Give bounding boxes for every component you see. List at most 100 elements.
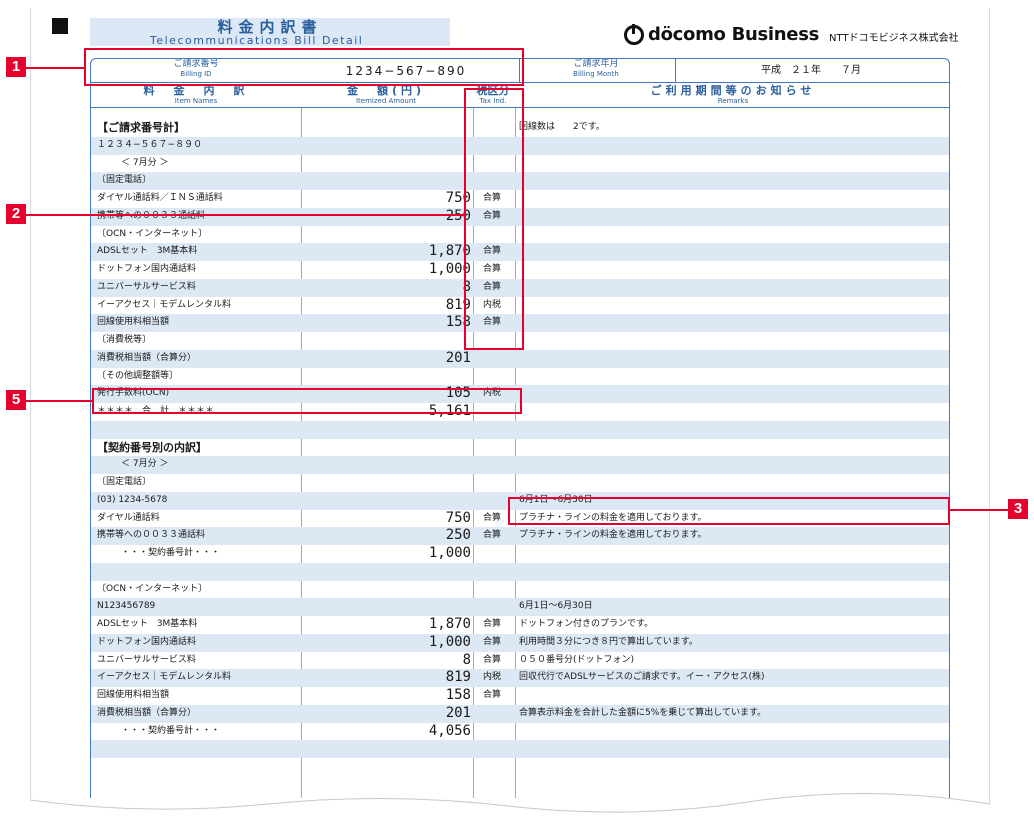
title-en: Telecommunications Bill Detail: [150, 34, 364, 47]
table-row: 〔固定電話〕: [91, 474, 949, 492]
callout-box-3: [508, 497, 950, 525]
col-item-names: 料 金 内 訳 Item Names: [143, 84, 249, 105]
item-amount: 819: [445, 669, 471, 686]
item-tax-indicator: 合算: [483, 619, 502, 629]
item-name: １２３４−５６７−８９０: [97, 139, 203, 150]
item-name: ドットフォン国内通話料: [97, 264, 197, 274]
billing-month-value: 平成 ２１年 ７月: [761, 65, 861, 76]
item-amount: 1,000: [428, 545, 471, 561]
item-amount: 750: [445, 509, 471, 526]
item-remark: プラチナ・ラインの料金を適用しております。: [519, 530, 707, 541]
item-remark: 利用時間３分につき８円で算出しています。: [519, 636, 698, 647]
table-row: 〔その他調整額等〕: [91, 368, 949, 386]
item-name: 消費税相当額（合算分）: [97, 352, 197, 363]
item-amount: 1,870: [428, 243, 471, 260]
item-name: ADSLセット 3M基本料: [97, 619, 198, 629]
item-tax-indicator: 合算: [483, 654, 502, 665]
item-remark: 回収代行でADSLサービスのご請求です。イー・アクセス(株): [519, 672, 765, 683]
item-amount: 1,000: [428, 633, 471, 650]
corner-mark: [52, 18, 68, 34]
callout-badge-1: 1: [6, 57, 26, 77]
item-tax-indicator: 合算: [483, 530, 502, 541]
item-remark: 合算表示料金を合計した金額に5%を乗じて算出しています。: [519, 707, 767, 718]
item-tax-indicator: 内税: [483, 672, 502, 683]
table-row: [91, 758, 949, 776]
table-row: [91, 420, 949, 439]
item-name: 〔OCN・インターネット〕: [97, 583, 208, 594]
document-title: 料金内訳書 Telecommunications Bill Detail: [90, 18, 450, 47]
item-amount: 4,056: [428, 722, 471, 739]
item-name: ユニバーサルサービス料: [97, 281, 196, 292]
item-remark: ０５０番号分(ドットフォン): [519, 654, 635, 665]
item-name: 〔固定電話〕: [97, 477, 152, 487]
table-row: ドットフォン国内通話料 1,000 合算 利用時間３分につき８円で算出しています。: [91, 633, 949, 652]
item-name: 携帯等への００３３通話料: [97, 208, 205, 226]
item-name: ＜ 7月分 ＞: [121, 157, 169, 168]
item-remark: 6月1日〜6月30日: [519, 601, 593, 612]
table-row: [91, 562, 949, 581]
item-amount: 250: [301, 208, 471, 226]
table-row: 消費税相当額（合算分） 201 合算表示料金を合計した金額に5%を乗じて算出していま…: [91, 704, 949, 723]
item-name: ドットフォン国内通話料: [97, 636, 197, 647]
item-amount: 250: [445, 527, 471, 544]
table-row: N123456789 6月1日〜6月30日: [91, 598, 949, 616]
table-row: 携帯等への００３３通話料 250 合算 プラチナ・ラインの料金を適用しております。: [91, 527, 949, 545]
item-name: 【契約番号別の内訳】: [97, 440, 207, 454]
item-name: N123456789: [97, 601, 156, 612]
callout-badge-3: 3: [1008, 499, 1028, 519]
item-remark: ドットフォン付きのプランです。: [519, 619, 654, 629]
table-row: [91, 740, 949, 758]
table-row: ユニバーサルサービス料 8 合算 ０５０番号分(ドットフォン): [91, 652, 949, 670]
item-name: 【ご請求番号計】: [97, 121, 185, 134]
item-amount: 8: [462, 278, 471, 295]
item-name: (03) 1234-5678: [97, 494, 168, 505]
item-name: 回線使用料相当額: [97, 317, 170, 328]
item-name: イーアクセス｜モデムレンタル料: [97, 672, 232, 683]
billing-month-label: ご請求年月 Billing Month: [573, 59, 619, 78]
item-amount: 750: [445, 190, 471, 206]
item-name: ADSLセット 3M基本料: [97, 246, 198, 257]
item-name: ユニバーサルサービス料: [97, 654, 196, 665]
item-amount: 819: [445, 296, 471, 313]
col-remarks: ご利用期間等のお知らせ Remarks: [650, 84, 816, 105]
table-row: 〔OCN・インターネット〕: [91, 581, 949, 599]
item-name: ・・・契約番号計・・・: [121, 548, 221, 558]
power-mark-icon: [624, 23, 644, 45]
item-name: ダイヤル通話料／ＩＮＳ通話料: [97, 193, 223, 203]
item-amount: 201: [445, 704, 471, 721]
table-row: 回線使用料相当額 158 合算: [91, 687, 949, 705]
table-row: ADSLセット 3M基本料 1,870 合算 ドットフォン付きのプランです。: [91, 616, 949, 634]
logo-text: döcomo Business: [648, 24, 820, 45]
table-row: ・・・契約番号計・・・ 4,056: [91, 723, 949, 741]
item-tax-indicator: 合算: [483, 690, 502, 700]
item-name: ＜ 7月分 ＞: [121, 459, 169, 470]
item-amount: 1,000: [428, 261, 471, 277]
item-name: 回線使用料相当額: [97, 690, 170, 700]
company-name: NTTドコモビジネス株式会社: [829, 33, 959, 44]
callout-badge-2: 2: [6, 204, 26, 224]
item-name: 消費税相当額（合算分）: [97, 707, 197, 718]
table-row: イーアクセス｜モデムレンタル料 819 内税 回収代行でADSLサービスのご請求です。…: [91, 669, 949, 687]
item-tax-indicator: 合算: [483, 636, 502, 647]
col-amount: 金 額(円) Itemized Amount: [346, 84, 426, 105]
item-name: イーアクセス｜モデムレンタル料: [97, 299, 232, 310]
item-name: 〔固定電話〕: [97, 175, 152, 186]
item-tax-indicator: 合算: [483, 512, 502, 523]
table-row: ＜ 7月分 ＞: [91, 456, 949, 474]
callout-box-5: [92, 388, 522, 414]
item-amount: 1,870: [428, 616, 471, 632]
table-row: ・・・契約番号計・・・ 1,000: [91, 545, 949, 563]
table-row: 【契約番号別の内訳】: [91, 439, 949, 457]
item-name: ・・・契約番号計・・・: [121, 725, 221, 736]
item-amount: 201: [445, 349, 471, 366]
item-name: 〔OCN・インターネット〕: [97, 228, 208, 239]
item-name: 携帯等への００３３通話料: [97, 530, 206, 541]
callout-box-2: [464, 88, 524, 350]
company-logo: döcomo Business NTTドコモビジネス株式会社: [624, 23, 959, 45]
item-name: 〔消費税等〕: [97, 335, 152, 345]
callout-box-1: [84, 48, 524, 86]
item-amount: 158: [445, 687, 471, 703]
table-row: 消費税相当額（合算分） 201: [91, 349, 949, 368]
item-amount: 158: [445, 314, 471, 331]
item-remark: 回線数は 2です。: [519, 122, 605, 132]
